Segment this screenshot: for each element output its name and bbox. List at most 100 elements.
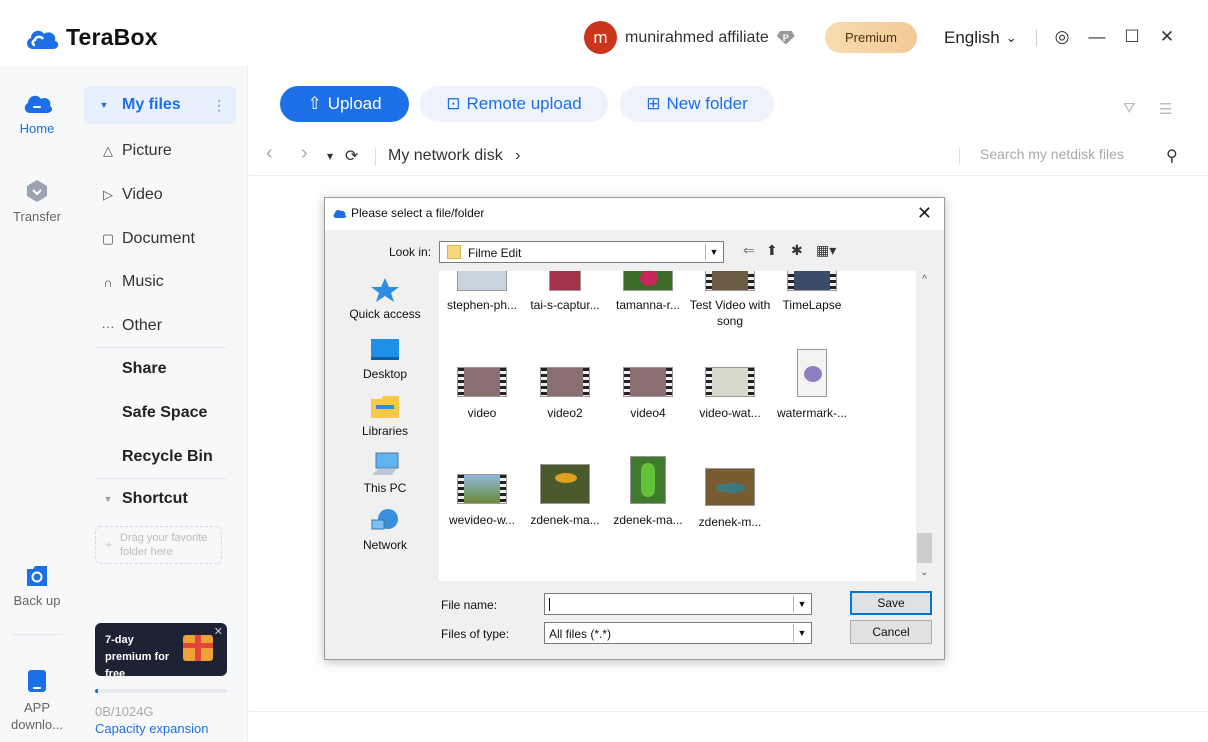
image-thumbnail — [797, 349, 827, 397]
place-libraries[interactable]: Libraries — [333, 394, 437, 438]
file-item[interactable]: video-wat... — [689, 367, 771, 421]
minimize-icon[interactable]: — — [1086, 25, 1108, 49]
up-folder-icon[interactable]: ⬆ — [766, 242, 778, 259]
files-of-type-select[interactable]: All files (*.*) ▼ — [544, 622, 812, 644]
sidebar-item-music[interactable]: ∩ Music — [84, 263, 236, 301]
place-desktop[interactable]: Desktop — [333, 337, 437, 381]
file-item[interactable]: TimeLapse — [771, 271, 853, 313]
sidebar-divider — [96, 347, 226, 348]
remote-upload-button[interactable]: ⊡ Remote upload — [420, 86, 608, 122]
user-account[interactable]: m munirahmed affiliate P — [584, 21, 795, 54]
refresh-icon[interactable]: ⟳ — [345, 146, 358, 166]
file-item[interactable]: Test Video with song — [689, 271, 771, 329]
file-name: zdenek-m... — [698, 515, 762, 529]
search-icon[interactable]: ⚲ — [1166, 146, 1178, 166]
search-input[interactable]: Search my netdisk files — [980, 146, 1124, 162]
place-this-pc[interactable]: This PC — [333, 451, 437, 495]
sidebar-item-document[interactable]: ▢ Document — [84, 220, 236, 258]
video-thumbnail — [457, 474, 507, 504]
file-item[interactable]: wevideo-w... — [441, 474, 523, 528]
upload-button[interactable]: ⇧ Upload — [280, 86, 409, 122]
rail-item-backup[interactable]: Back up — [0, 564, 74, 609]
file-item[interactable]: stephen-ph... — [441, 271, 523, 313]
vertical-scrollbar[interactable]: ^ ⌄ — [916, 271, 933, 581]
history-dropdown-icon[interactable]: ▾ — [327, 149, 333, 163]
more-icon[interactable]: ⋮ — [212, 97, 226, 114]
list-view-icon[interactable]: ☰ — [1159, 100, 1172, 118]
file-item[interactable]: zdenek-ma... — [524, 464, 606, 528]
dropdown-arrow-icon[interactable]: ▼ — [705, 243, 722, 261]
file-item[interactable]: video4 — [607, 367, 689, 421]
settings-icon[interactable]: ◎ — [1051, 25, 1073, 49]
capacity-expansion-link[interactable]: Capacity expansion — [95, 721, 208, 736]
close-icon[interactable]: ✕ — [214, 624, 223, 641]
file-item[interactable]: watermark-... — [771, 349, 853, 421]
maximize-icon[interactable]: ☐ — [1121, 25, 1143, 49]
view-menu-icon[interactable]: ▦▾ — [816, 242, 836, 259]
file-item[interactable]: zdenek-ma... — [607, 456, 689, 528]
document-icon: ▢ — [101, 231, 115, 246]
file-item[interactable]: video — [441, 367, 523, 421]
file-list[interactable]: stephen-ph... tai-s-captur... tamanna-r.… — [439, 271, 916, 581]
path-divider — [375, 148, 376, 166]
premium-promo-banner[interactable]: 7-day premium for free ✕ — [95, 623, 227, 680]
close-icon[interactable]: ✕ — [917, 203, 932, 224]
back-arrow-icon[interactable]: ⇐ — [743, 242, 755, 259]
video-thumbnail — [623, 367, 673, 397]
file-name-input[interactable]: ▼ — [544, 593, 812, 615]
sidebar-item-share[interactable]: Share — [84, 350, 236, 388]
sidebar-item-video[interactable]: ▷ Video — [84, 176, 236, 214]
look-in-select[interactable]: Filme Edit ▼ — [439, 241, 724, 263]
rail-label: Back up — [13, 593, 61, 608]
avatar[interactable]: m — [584, 21, 617, 54]
file-item[interactable]: tamanna-r... — [607, 271, 689, 313]
sidebar-item-shortcut[interactable]: ▼ Shortcut — [84, 480, 236, 518]
rail-item-home[interactable]: Home — [0, 90, 74, 137]
sidebar-item-safe-space[interactable]: Safe Space — [84, 394, 236, 432]
new-folder-button[interactable]: ⊞ New folder — [620, 86, 774, 122]
breadcrumb[interactable]: My network disk › — [388, 147, 520, 165]
file-name: zdenek-ma... — [530, 513, 600, 527]
scrollbar-thumb[interactable] — [917, 533, 932, 563]
back-icon[interactable]: ‹ — [266, 142, 273, 165]
scroll-up-icon[interactable]: ^ — [916, 271, 933, 288]
username[interactable]: munirahmed affiliate — [625, 29, 769, 47]
rail-divider — [12, 634, 62, 635]
desktop-icon — [371, 339, 399, 360]
backup-icon — [27, 566, 47, 586]
home-icon — [24, 95, 52, 113]
sidebar-item-other[interactable]: ··· Other — [84, 307, 236, 345]
dropdown-arrow-icon[interactable]: ▼ — [793, 595, 810, 613]
language-selector[interactable]: English ⌄ — [944, 28, 1017, 48]
shortcut-dropzone[interactable]: + Drag your favorite folder here — [95, 526, 222, 564]
file-name: tai-s-captur... — [530, 298, 600, 312]
close-icon[interactable]: ✕ — [1156, 25, 1178, 49]
cancel-button[interactable]: Cancel — [850, 620, 932, 644]
dropdown-arrow-icon[interactable]: ▼ — [793, 624, 810, 642]
chevron-right-icon: › — [515, 147, 521, 164]
sidebar-item-my-files[interactable]: ▼ My files ⋮ — [84, 86, 236, 124]
place-network[interactable]: Network — [333, 508, 437, 552]
image-thumbnail — [457, 271, 507, 291]
file-select-dialog: Please select a file/folder ✕ Look in: F… — [324, 197, 945, 660]
path-bar: ‹ › ▾ ⟳ My network disk › Search my netd… — [249, 136, 1208, 176]
file-item[interactable]: zdenek-m... — [689, 468, 771, 530]
file-name: video — [467, 406, 497, 420]
rail-item-app-download[interactable]: APP downlo... — [0, 669, 74, 733]
filter-icon[interactable]: ⛛ — [1123, 100, 1136, 117]
place-quick-access[interactable]: Quick access — [333, 277, 437, 321]
premium-button[interactable]: Premium — [825, 22, 917, 53]
file-item[interactable]: tai-s-captur... — [524, 271, 606, 313]
sidebar-item-picture[interactable]: △ Picture — [84, 132, 236, 170]
breadcrumb-item[interactable]: My network disk — [388, 147, 503, 164]
sidebar-item-recycle-bin[interactable]: Recycle Bin — [84, 438, 236, 476]
image-thumbnail — [623, 271, 673, 291]
save-button[interactable]: Save — [850, 591, 932, 615]
scroll-down-icon[interactable]: ⌄ — [916, 564, 933, 581]
picture-icon: △ — [103, 143, 113, 158]
file-item[interactable]: video2 — [524, 367, 606, 421]
forward-icon[interactable]: › — [301, 142, 308, 165]
new-folder-icon[interactable]: ✱ — [791, 242, 803, 259]
app-name: TeraBox — [66, 24, 158, 50]
rail-item-transfer[interactable]: Transfer — [0, 178, 74, 225]
